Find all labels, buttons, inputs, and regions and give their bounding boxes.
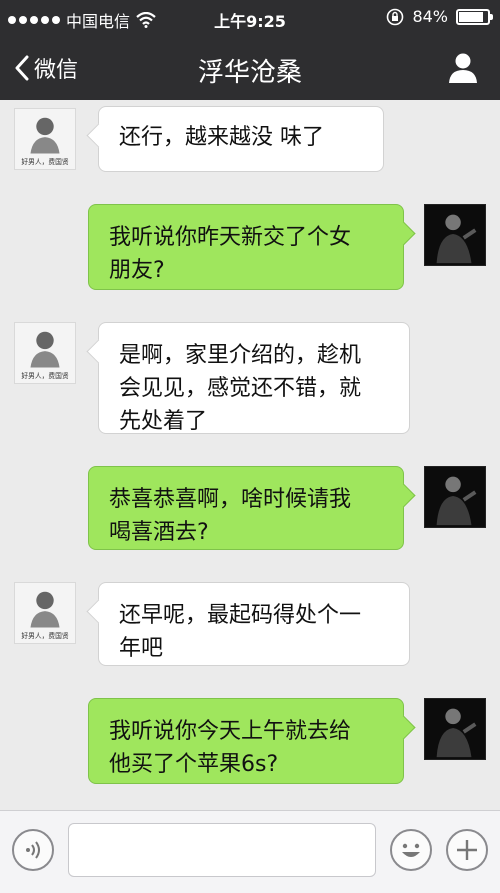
add-button[interactable] (446, 829, 488, 871)
message-text: 先处着了 (119, 409, 208, 434)
message-text: 会见见，感觉还不错，就 (119, 376, 362, 401)
message-input[interactable] (68, 823, 376, 877)
chat-area[interactable]: 好男人，费国贤 还行，越来越没 味了 我听说你昨天新交了个女 朋友? 好男人，费… (0, 100, 500, 810)
friend-avatar[interactable]: 好男人，费国贤 (14, 582, 76, 644)
message-row: 恭喜恭喜啊，啥时候请我 喝喜酒去? (0, 466, 500, 550)
status-right: 84% (386, 7, 493, 26)
voice-button[interactable] (12, 829, 54, 871)
message-row: 好男人，费国贤 是啊，家里介绍的，趁机 会见见，感觉还不错，就 先处着了 (0, 322, 500, 434)
input-bar (0, 810, 500, 893)
voice-icon (26, 841, 40, 859)
message-text: 朋友? (109, 258, 165, 283)
chat-title: 浮华沧桑 (197, 58, 302, 88)
emoji-button[interactable] (390, 829, 432, 871)
message-text: 他买了个苹果6s? (109, 752, 279, 777)
avatar-caption: 好男人，费国贤 (21, 371, 69, 380)
message-text: 恭喜恭喜啊，啥时候请我 (109, 487, 352, 512)
message-row: 我听说你今天上午就去给 他买了个苹果6s? (0, 698, 500, 784)
message-text: 还行，越来越没 味了 (119, 125, 324, 150)
battery-percent: 84% (412, 7, 448, 26)
nav-bar: 微信 浮华沧桑 (0, 36, 500, 100)
message-row: 好男人，费国贤 还早呢，最起码得处个一 年吧 (0, 582, 500, 666)
message-text: 喝喜酒去? (109, 520, 209, 545)
friend-avatar[interactable]: 好男人，费国贤 (14, 322, 76, 384)
message-text: 我听说你今天上午就去给 (109, 719, 352, 744)
message-text: 我听说你昨天新交了个女 (109, 225, 352, 250)
status-bar: 中国电信 上午9:25 84% (0, 0, 500, 36)
battery-icon (456, 8, 493, 25)
avatar-caption: 好男人，费国贤 (21, 631, 69, 640)
message-row: 好男人，费国贤 还行，越来越没 味了 (0, 106, 500, 172)
message-bubble[interactable]: 我听说你今天上午就去给 他买了个苹果6s? (88, 698, 404, 784)
rotation-lock-icon (387, 8, 404, 25)
my-avatar[interactable] (424, 204, 486, 266)
message-text: 年吧 (119, 636, 164, 661)
message-bubble[interactable]: 我听说你昨天新交了个女 朋友? (88, 204, 404, 290)
my-avatar[interactable] (424, 698, 486, 760)
smiley-icon (402, 843, 420, 857)
message-row: 我听说你昨天新交了个女 朋友? (0, 204, 500, 290)
friend-avatar[interactable]: 好男人，费国贤 (14, 108, 76, 170)
message-bubble[interactable]: 还行，越来越没 味了 (98, 106, 384, 172)
avatar-caption: 好男人，费国贤 (21, 157, 69, 166)
message-bubble[interactable]: 是啊，家里介绍的，趁机 会见见，感觉还不错，就 先处着了 (98, 322, 410, 434)
plus-icon (457, 840, 477, 860)
message-bubble[interactable]: 恭喜恭喜啊，啥时候请我 喝喜酒去? (88, 466, 404, 550)
message-text: 还早呢，最起码得处个一 (119, 603, 362, 628)
message-bubble[interactable]: 还早呢，最起码得处个一 年吧 (98, 582, 410, 666)
message-text: 是啊，家里介绍的，趁机 (119, 343, 362, 368)
my-avatar[interactable] (424, 466, 486, 528)
person-icon[interactable] (448, 52, 478, 84)
